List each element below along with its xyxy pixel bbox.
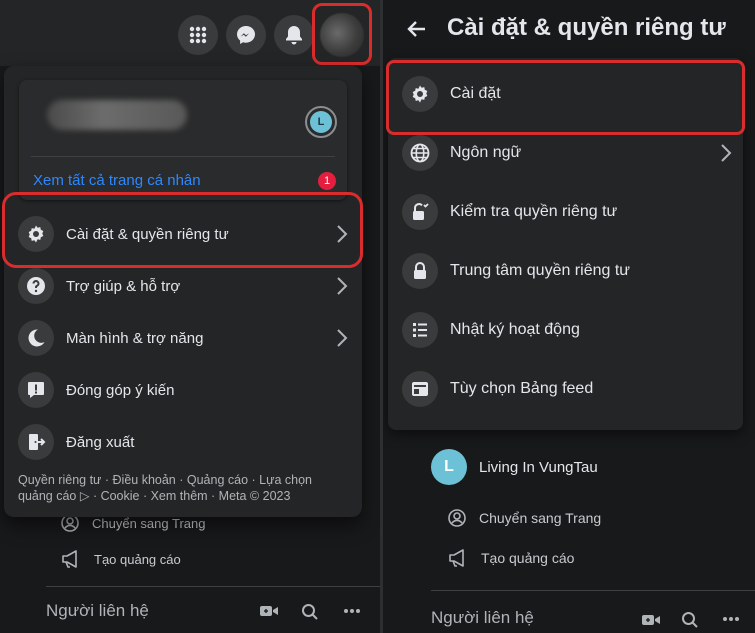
account-dropdown-menu: L Xem tất cả trang cá nhân 1 Cài đặt & q… (4, 66, 362, 517)
menu-item-label: Màn hình & trợ năng (66, 329, 204, 347)
menu-item-help-support[interactable]: Trợ giúp & hỗ trợ (18, 264, 348, 308)
page-name: Living In VungTau (479, 458, 598, 476)
menu-item-label: Trung tâm quyền riêng tư (450, 262, 630, 279)
right-screenshot: Cài đặt & quyền riêng tư Cài đặt Ngôn ng… (383, 0, 755, 633)
card-divider (31, 156, 335, 157)
lock-check-icon (402, 194, 438, 230)
messenger-icon[interactable] (226, 15, 266, 55)
contacts-heading: Người liên hệ (431, 608, 534, 627)
chevron-right-icon (337, 277, 348, 295)
switch-page-label: Chuyển sang Trang (92, 515, 206, 531)
switch-profile-icon (448, 509, 466, 527)
highlight-box-settings (386, 60, 745, 135)
notification-badge: 1 (318, 172, 336, 190)
menu-item-activity-log[interactable]: Nhật ký hoạt động (402, 308, 732, 352)
globe-icon (402, 135, 438, 171)
video-call-icon[interactable] (259, 603, 279, 619)
contacts-heading: Người liên hệ (46, 601, 149, 620)
megaphone-icon (449, 549, 464, 567)
left-screenshot: Chuyển sang Trang Tạo quảng cáo Người li… (0, 0, 380, 633)
moon-icon (18, 320, 54, 356)
video-call-icon[interactable] (641, 612, 661, 628)
menu-item-logout[interactable]: Đăng xuất (18, 420, 348, 464)
menu-item-privacy-center[interactable]: Trung tâm quyền riêng tư (402, 249, 732, 293)
menu-item-label: Đăng xuất (66, 433, 135, 451)
switch-account-icon[interactable]: L (305, 106, 337, 138)
search-icon[interactable] (301, 603, 319, 621)
more-options-icon[interactable] (722, 616, 740, 622)
menu-item-label: Ngôn ngữ (450, 144, 522, 161)
feed-icon (402, 371, 438, 407)
menu-item-give-feedback[interactable]: Đóng góp ý kiến (18, 368, 348, 412)
chevron-right-icon (721, 144, 732, 162)
search-icon[interactable] (681, 611, 699, 629)
profile-card[interactable]: L Xem tất cả trang cá nhân 1 (19, 80, 347, 200)
notifications-bell-icon[interactable] (274, 15, 314, 55)
create-ad-label: Tạo quảng cáo (481, 550, 575, 566)
divider (46, 586, 380, 587)
menu-item-label: Trợ giúp & hỗ trợ (66, 277, 181, 295)
footer-links[interactable]: Quyền riêng tư · Điều khoản · Quảng cáo … (18, 472, 338, 504)
see-all-profiles-link[interactable]: Xem tất cả trang cá nhân (33, 172, 201, 189)
switch-page-item[interactable]: Chuyển sang Trang (447, 508, 601, 528)
logout-icon (18, 424, 54, 460)
feedback-icon (18, 372, 54, 408)
create-ad-item[interactable]: Tạo quảng cáo (60, 549, 181, 569)
chevron-right-icon (337, 329, 348, 347)
page-avatar: L (310, 111, 332, 133)
highlight-box-avatar (312, 3, 372, 65)
lock-icon (402, 253, 438, 289)
menu-item-display-accessibility[interactable]: Màn hình & trợ năng (18, 316, 348, 360)
switch-page-label: Chuyển sang Trang (479, 510, 602, 526)
menu-item-label: Nhật ký hoạt động (450, 321, 580, 338)
menu-item-privacy-checkup[interactable]: Kiểm tra quyền riêng tư (402, 190, 732, 234)
menu-item-feed-preferences[interactable]: Tùy chọn Bảng feed (402, 367, 732, 411)
apps-grid-icon[interactable] (178, 15, 218, 55)
menu-item-label: Tùy chọn Bảng feed (450, 380, 594, 397)
create-ad-label: Tạo quảng cáo (94, 551, 181, 567)
list-icon (402, 312, 438, 348)
page-avatar: L (431, 449, 467, 485)
menu-item-label: Kiểm tra quyền riêng tư (450, 203, 618, 220)
page-title: Cài đặt & quyền riêng tư (447, 14, 726, 41)
highlight-box-settings (2, 192, 363, 268)
more-options-icon[interactable] (343, 608, 361, 614)
menu-item-label: Đóng góp ý kiến (66, 381, 175, 399)
blurred-profile-name (47, 100, 187, 130)
page-shortcut[interactable]: L Living In VungTau (431, 445, 755, 489)
megaphone-icon (62, 550, 77, 568)
question-icon (18, 268, 54, 304)
divider (431, 590, 755, 591)
menu-item-language[interactable]: Ngôn ngữ (402, 131, 732, 175)
back-arrow-icon[interactable] (407, 20, 427, 38)
create-ad-item[interactable]: Tạo quảng cáo (447, 548, 574, 568)
